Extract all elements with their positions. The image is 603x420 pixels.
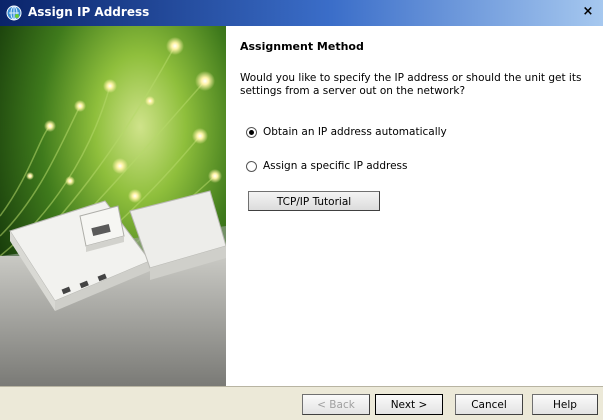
help-button[interactable]: Help xyxy=(532,394,598,415)
title-bar[interactable]: Assign IP Address × xyxy=(0,0,603,26)
next-button[interactable]: Next > xyxy=(375,394,443,415)
radio-label-obtain-automatically: Obtain an IP address automatically xyxy=(263,126,447,138)
assign-ip-dialog: Assign IP Address × Assignment Method Wo… xyxy=(0,0,603,420)
radio-assign-specific[interactable]: Assign a specific IP address xyxy=(246,158,408,174)
radio-selected-icon[interactable] xyxy=(246,126,257,138)
side-image xyxy=(0,26,226,386)
radio-obtain-automatically[interactable]: Obtain an IP address automatically xyxy=(246,124,447,140)
close-icon: × xyxy=(582,4,594,19)
cancel-button[interactable]: Cancel xyxy=(455,394,523,415)
back-button[interactable]: < Back xyxy=(302,394,370,415)
tcpip-tutorial-button[interactable]: TCP/IP Tutorial xyxy=(248,191,380,211)
network-globe-icon xyxy=(6,5,22,21)
wizard-footer: < Back Next > Cancel Help xyxy=(0,386,603,420)
window-title: Assign IP Address xyxy=(28,5,150,19)
radio-label-assign-specific: Assign a specific IP address xyxy=(263,160,408,172)
network-devices-fiber-optics-image xyxy=(0,26,226,386)
close-button[interactable]: × xyxy=(579,3,597,21)
content-panel: Assignment Method Would you like to spec… xyxy=(226,26,603,386)
page-heading: Assignment Method xyxy=(240,40,364,53)
page-description: Would you like to specify the IP address… xyxy=(240,72,582,97)
radio-unselected-icon[interactable] xyxy=(246,160,257,172)
